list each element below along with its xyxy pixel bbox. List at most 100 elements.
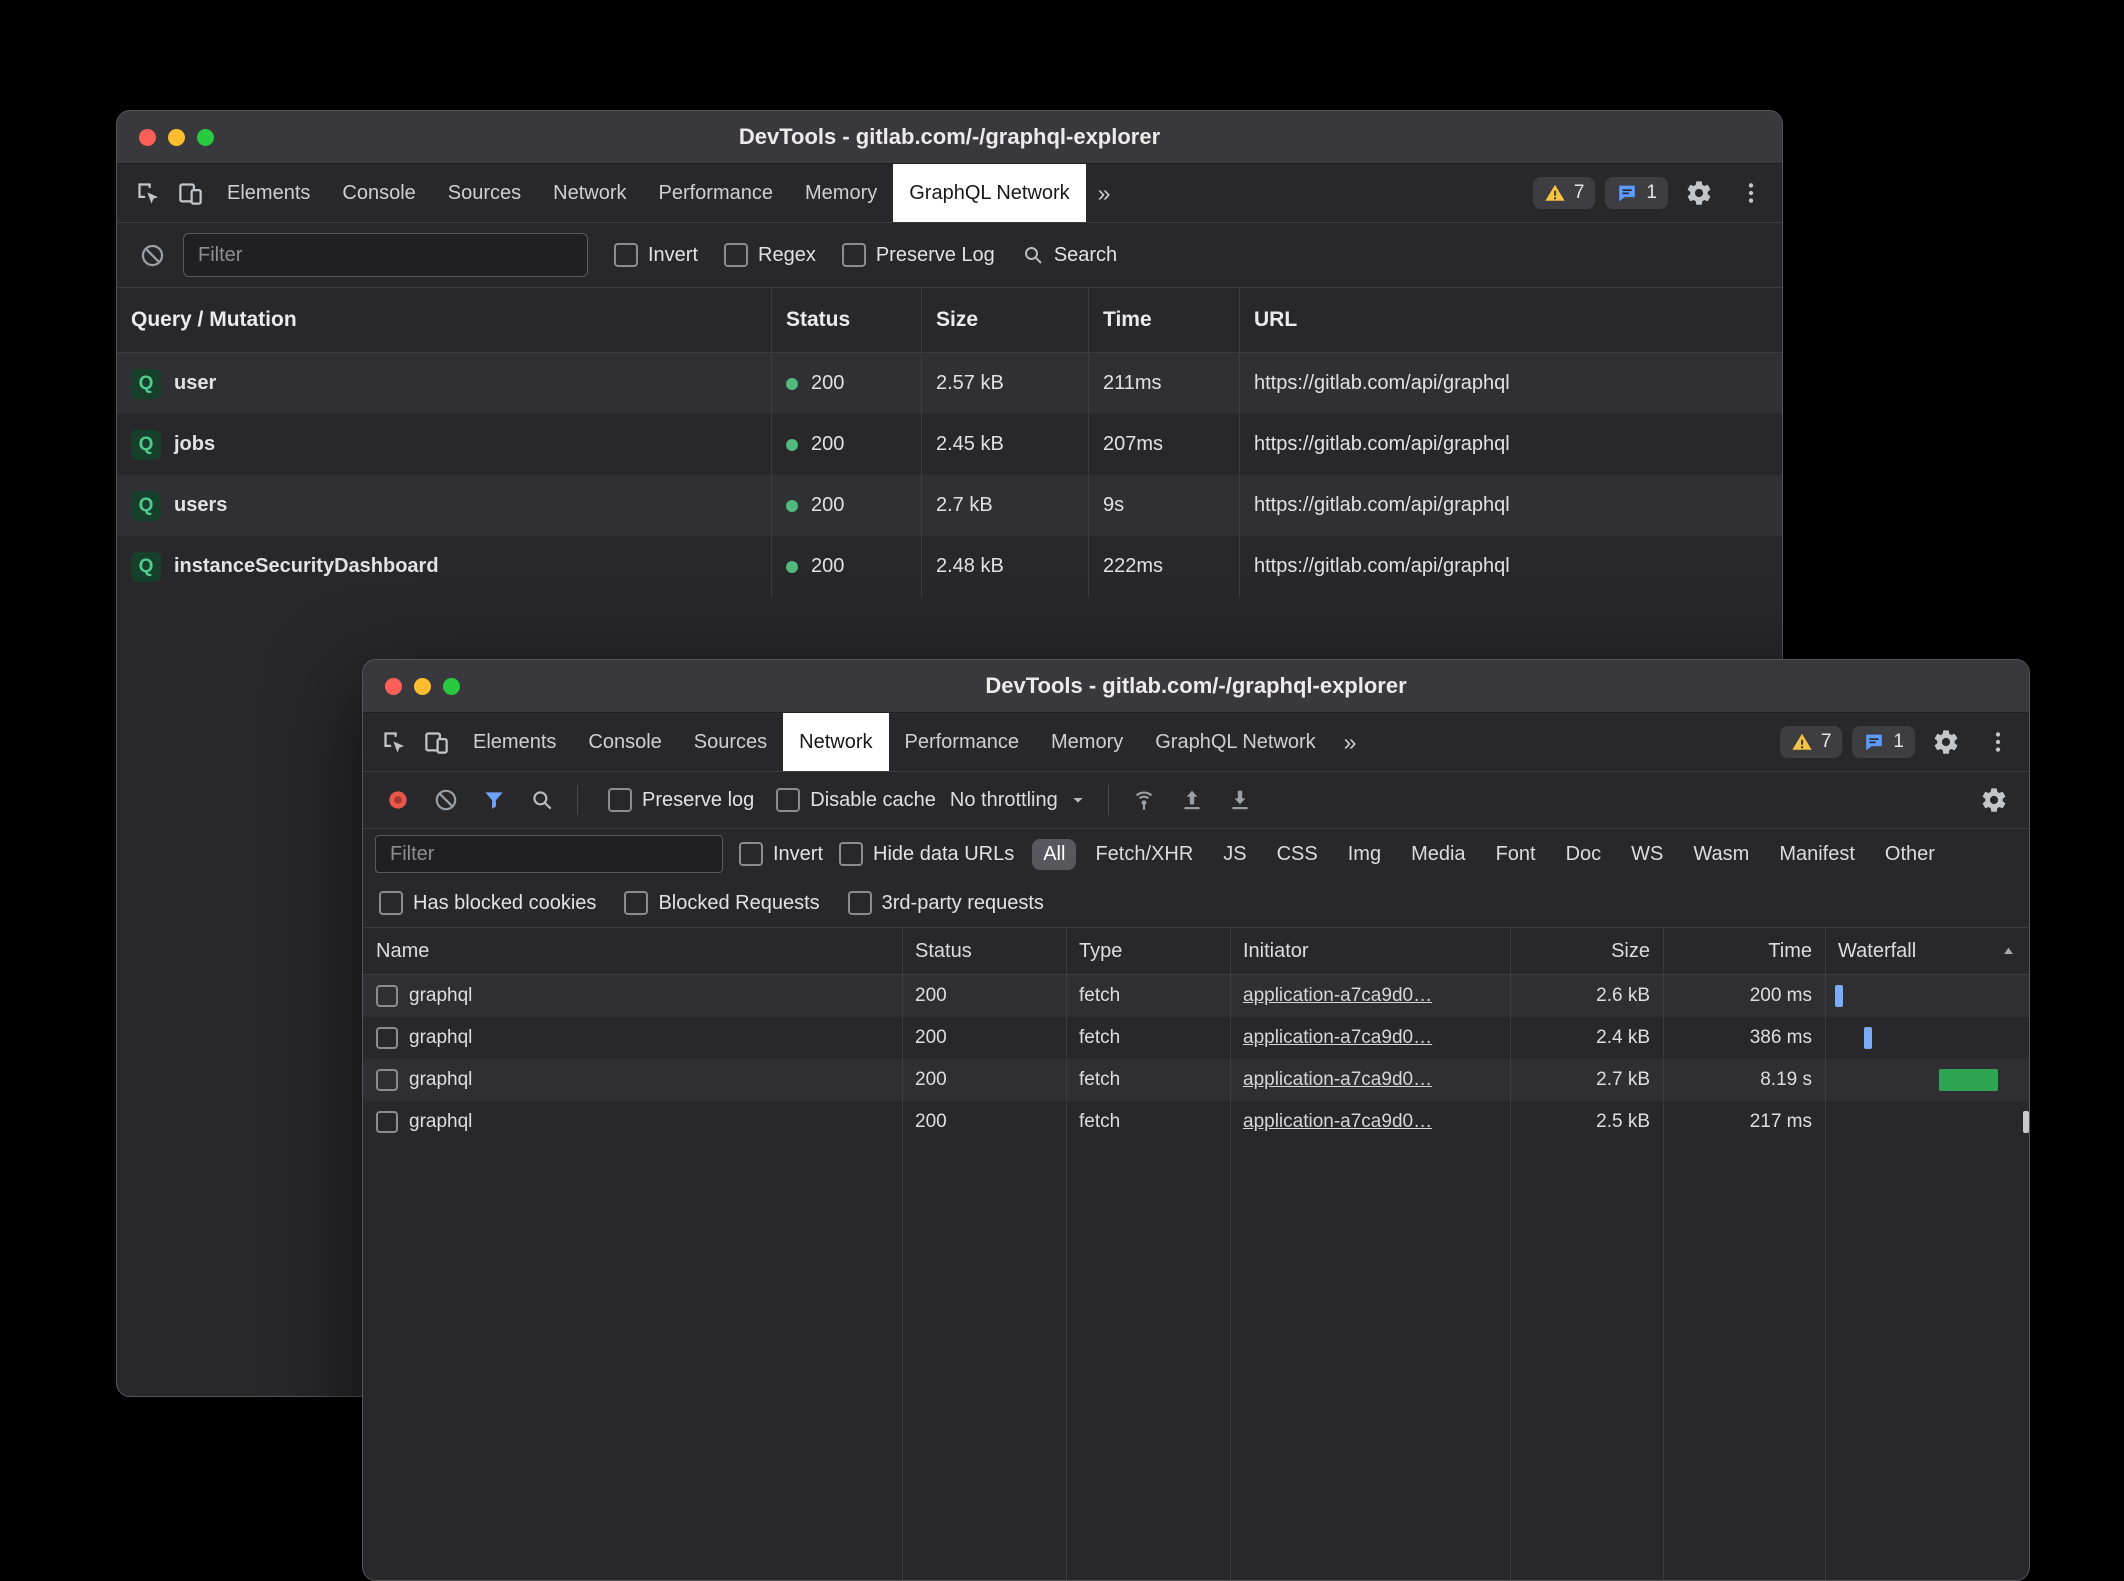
network-request-row[interactable]: graphql 200 fetch application-a7ca9d0… 2… [363, 1101, 2029, 1143]
initiator-link[interactable]: application-a7ca9d0… [1243, 1069, 1432, 1091]
inspect-element-icon[interactable] [127, 172, 169, 214]
clear-block-icon[interactable] [131, 234, 173, 276]
preserve-log-checkbox[interactable]: Preserve log [608, 788, 754, 812]
warnings-badge[interactable]: 7 [1533, 177, 1596, 209]
type-filter-other[interactable]: Other [1874, 839, 1946, 870]
column-header-type[interactable]: Type [1066, 928, 1230, 974]
tab-sources[interactable]: Sources [432, 164, 537, 222]
search-button[interactable]: Search [1021, 243, 1117, 267]
type-filter-img[interactable]: Img [1337, 839, 1392, 870]
row-checkbox[interactable] [376, 1069, 398, 1091]
tab-sources[interactable]: Sources [678, 713, 783, 771]
disable-cache-checkbox[interactable]: Disable cache [776, 788, 936, 812]
status-badges: 7 1 [1780, 721, 2019, 763]
tab-console[interactable]: Console [326, 164, 431, 222]
clear-block-icon[interactable] [425, 779, 467, 821]
search-icon[interactable] [521, 779, 563, 821]
tab-memory[interactable]: Memory [789, 164, 893, 222]
type-filter-wasm[interactable]: Wasm [1682, 839, 1760, 870]
column-header-waterfall[interactable]: Waterfall [1825, 928, 2029, 974]
more-tabs-chevron[interactable]: » [1332, 729, 1369, 756]
network-conditions-icon[interactable] [1123, 779, 1165, 821]
type-filter-manifest[interactable]: Manifest [1768, 839, 1866, 870]
tab-performance[interactable]: Performance [643, 164, 790, 222]
type-filter-ws[interactable]: WS [1620, 839, 1674, 870]
column-header-url[interactable]: URL [1240, 288, 1782, 352]
query-row[interactable]: Qjobs 200 2.45 kB 207ms https://gitlab.c… [117, 414, 1782, 475]
network-filter-bar-2: Has blocked cookies Blocked Requests 3rd… [363, 879, 2029, 928]
issues-badge[interactable]: 1 [1852, 726, 1915, 758]
network-request-row[interactable]: graphql 200 fetch application-a7ca9d0… 2… [363, 1017, 2029, 1059]
minimize-button[interactable] [168, 129, 185, 146]
row-checkbox[interactable] [376, 1111, 398, 1133]
regex-checkbox[interactable]: Regex [724, 243, 816, 267]
invert-checkbox[interactable]: Invert [614, 243, 698, 267]
close-button[interactable] [385, 678, 402, 695]
column-header-size[interactable]: Size [922, 288, 1089, 352]
tab-network[interactable]: Network [783, 713, 888, 771]
column-header-time[interactable]: Time [1663, 928, 1825, 974]
initiator-link[interactable]: application-a7ca9d0… [1243, 1027, 1432, 1049]
issues-badge[interactable]: 1 [1605, 177, 1668, 209]
network-request-row[interactable]: graphql 200 fetch application-a7ca9d0… 2… [363, 975, 2029, 1017]
blocked-requests-checkbox[interactable]: Blocked Requests [624, 891, 819, 915]
column-header-name[interactable]: Name [363, 928, 902, 974]
tab-graphql-network[interactable]: GraphQL Network [1139, 713, 1331, 771]
type-filter-all[interactable]: All [1032, 839, 1076, 870]
query-row[interactable]: Quser 200 2.57 kB 211ms https://gitlab.c… [117, 353, 1782, 414]
hide-data-urls-checkbox[interactable]: Hide data URLs [839, 842, 1014, 866]
maximize-button[interactable] [197, 129, 214, 146]
tab-elements[interactable]: Elements [211, 164, 326, 222]
invert-checkbox[interactable]: Invert [739, 842, 823, 866]
preserve-log-checkbox[interactable]: Preserve Log [842, 243, 995, 267]
type-filter-doc[interactable]: Doc [1555, 839, 1613, 870]
has-blocked-cookies-checkbox[interactable]: Has blocked cookies [379, 891, 596, 915]
tab-network[interactable]: Network [537, 164, 642, 222]
type-filter-fetch-xhr[interactable]: Fetch/XHR [1084, 839, 1204, 870]
minimize-button[interactable] [414, 678, 431, 695]
query-row[interactable]: QinstanceSecurityDashboard 200 2.48 kB 2… [117, 536, 1782, 597]
more-tabs-chevron[interactable]: » [1086, 180, 1123, 207]
initiator-link[interactable]: application-a7ca9d0… [1243, 1111, 1432, 1133]
type-filter-css[interactable]: CSS [1266, 839, 1329, 870]
type-filter-media[interactable]: Media [1400, 839, 1476, 870]
third-party-requests-checkbox[interactable]: 3rd-party requests [848, 891, 1044, 915]
row-checkbox[interactable] [376, 1027, 398, 1049]
row-checkbox[interactable] [376, 985, 398, 1007]
import-har-icon[interactable] [1171, 779, 1213, 821]
kebab-menu-icon[interactable] [1730, 172, 1772, 214]
column-header-initiator[interactable]: Initiator [1230, 928, 1510, 974]
tab-memory[interactable]: Memory [1035, 713, 1139, 771]
filter-input[interactable] [183, 233, 588, 277]
record-button[interactable] [377, 779, 419, 821]
type-filter-js[interactable]: JS [1212, 839, 1257, 870]
type-filter-font[interactable]: Font [1485, 839, 1547, 870]
filter-funnel-icon[interactable] [473, 779, 515, 821]
filter-input[interactable] [375, 835, 723, 873]
column-header-size[interactable]: Size [1510, 928, 1663, 974]
network-request-row[interactable]: graphql 200 fetch application-a7ca9d0… 2… [363, 1059, 2029, 1101]
tab-elements[interactable]: Elements [457, 713, 572, 771]
close-button[interactable] [139, 129, 156, 146]
devtools-tabbar: Elements Console Sources Network Perform… [117, 164, 1782, 223]
settings-gear-icon[interactable] [1678, 172, 1720, 214]
column-header-status[interactable]: Status [772, 288, 922, 352]
inspect-element-icon[interactable] [373, 721, 415, 763]
column-header-query-mutation[interactable]: Query / Mutation [117, 288, 772, 352]
query-row[interactable]: Qusers 200 2.7 kB 9s https://gitlab.com/… [117, 475, 1782, 536]
maximize-button[interactable] [443, 678, 460, 695]
settings-gear-icon[interactable] [1925, 721, 1967, 763]
device-toolbar-icon[interactable] [169, 172, 211, 214]
device-toolbar-icon[interactable] [415, 721, 457, 763]
network-settings-gear-icon[interactable] [1973, 779, 2015, 821]
tab-graphql-network[interactable]: GraphQL Network [893, 164, 1085, 222]
initiator-link[interactable]: application-a7ca9d0… [1243, 985, 1432, 1007]
kebab-menu-icon[interactable] [1977, 721, 2019, 763]
warnings-badge[interactable]: 7 [1780, 726, 1843, 758]
throttling-dropdown[interactable]: No throttling [942, 789, 1094, 812]
tab-console[interactable]: Console [572, 713, 677, 771]
column-header-time[interactable]: Time [1089, 288, 1240, 352]
column-header-status[interactable]: Status [902, 928, 1066, 974]
tab-performance[interactable]: Performance [889, 713, 1036, 771]
export-har-icon[interactable] [1219, 779, 1261, 821]
